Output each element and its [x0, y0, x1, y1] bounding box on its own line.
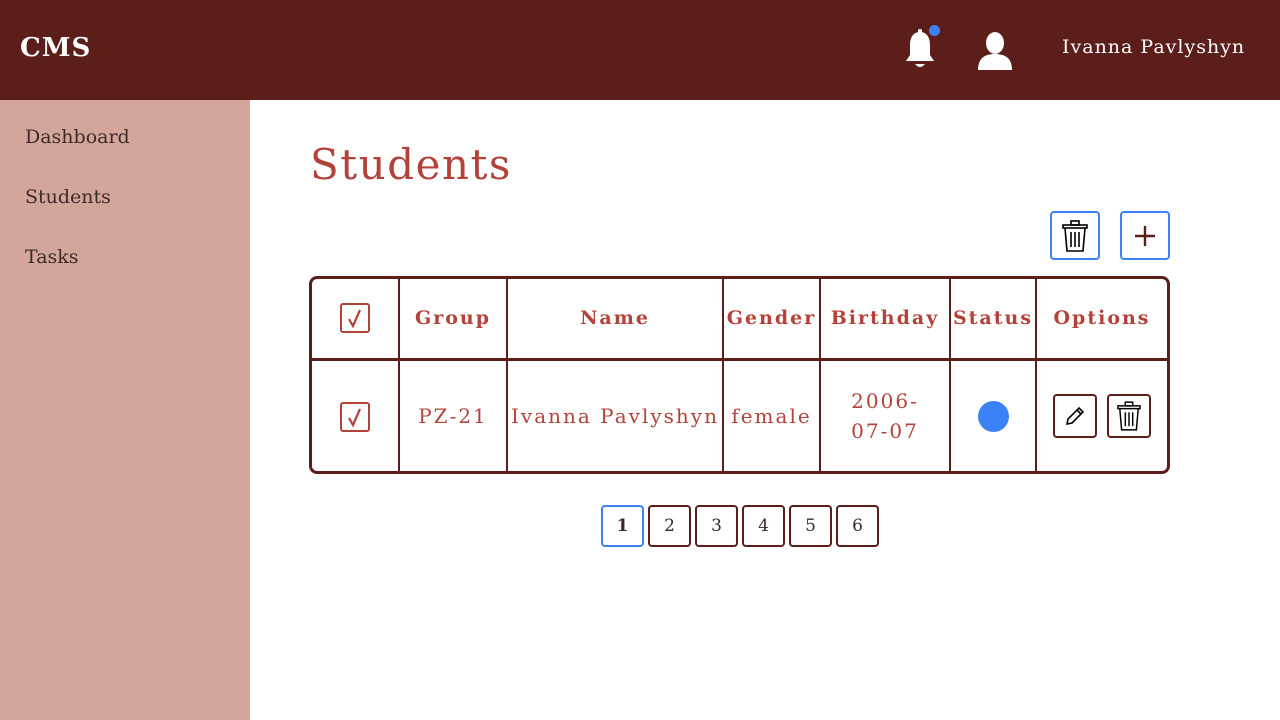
- page-button-2[interactable]: 2: [648, 505, 691, 547]
- birthday-value: 2006-07-07: [851, 388, 919, 443]
- edit-button[interactable]: [1052, 393, 1097, 438]
- user-icon[interactable]: [975, 30, 1015, 70]
- group-cell: PZ-21: [398, 359, 507, 471]
- birthday-cell: 2006-07-07: [819, 359, 950, 471]
- row-select-cell: [312, 359, 399, 471]
- select-all-cell: [312, 279, 399, 361]
- table-header-row: Group Name Gender Birthday Status Option…: [312, 279, 1167, 361]
- notification-dot: [929, 25, 940, 36]
- trash-icon: [1117, 401, 1141, 431]
- column-header-name[interactable]: Name: [506, 279, 723, 361]
- name-cell: Ivanna Pavlyshyn: [506, 359, 723, 471]
- pencil-icon: [1065, 406, 1084, 425]
- top-bar: CMS Ivanna Pavlyshyn: [0, 0, 1280, 100]
- page-button-6[interactable]: 6: [836, 505, 879, 547]
- select-all-checkbox[interactable]: [340, 303, 370, 334]
- plus-icon: [1135, 225, 1155, 246]
- column-header-options[interactable]: Options: [1035, 279, 1167, 361]
- row-checkbox[interactable]: [340, 401, 370, 432]
- status-cell: [949, 359, 1036, 471]
- delete-button[interactable]: [1107, 393, 1152, 438]
- column-header-status[interactable]: Status: [949, 279, 1036, 361]
- students-table: Group Name Gender Birthday Status Option…: [309, 276, 1170, 474]
- username[interactable]: Ivanna Pavlyshyn: [1062, 36, 1245, 58]
- column-header-birthday[interactable]: Birthday: [819, 279, 950, 361]
- column-header-group[interactable]: Group: [398, 279, 507, 361]
- column-header-gender[interactable]: Gender: [722, 279, 820, 361]
- delete-selected-button[interactable]: [1050, 211, 1100, 260]
- page-button-4[interactable]: 4: [742, 505, 785, 547]
- trash-icon: [1062, 219, 1088, 252]
- status-indicator: [977, 400, 1009, 432]
- checkmark-icon: [348, 309, 362, 329]
- add-student-button[interactable]: [1120, 211, 1170, 260]
- sidebar: Dashboard Students Tasks: [0, 100, 250, 720]
- page-title: Students: [310, 140, 512, 189]
- sidebar-item-tasks[interactable]: Tasks: [25, 246, 79, 268]
- checkmark-icon: [348, 408, 362, 427]
- pagination: 1 2 3 4 5 6: [601, 505, 879, 547]
- gender-cell: female: [722, 359, 820, 471]
- page-button-3[interactable]: 3: [695, 505, 738, 547]
- sidebar-item-dashboard[interactable]: Dashboard: [25, 126, 130, 148]
- options-cell: [1035, 359, 1167, 471]
- app-logo[interactable]: CMS: [20, 33, 91, 63]
- sidebar-item-students[interactable]: Students: [25, 186, 111, 208]
- page-button-1[interactable]: 1: [601, 505, 644, 547]
- page-button-5[interactable]: 5: [789, 505, 832, 547]
- table-row: PZ-21 Ivanna Pavlyshyn female 2006-07-07: [312, 359, 1167, 471]
